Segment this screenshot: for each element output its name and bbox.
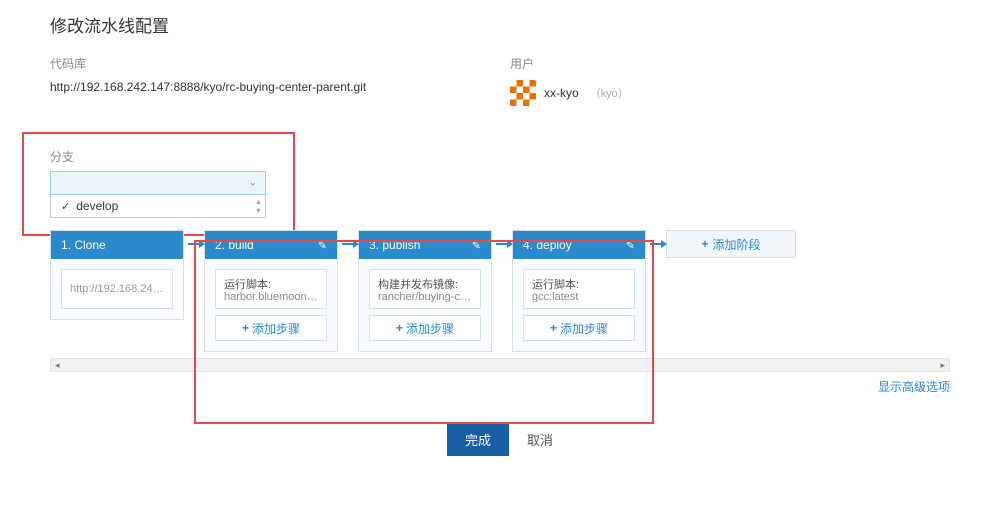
user-name: xx-kyo [544,86,579,100]
add-step-button[interactable]: +添加步骤 [215,315,327,341]
step-line2: gcc:latest [532,291,626,302]
repo-label: 代码库 [50,55,470,72]
pencil-icon[interactable]: ✎ [626,239,635,252]
plus-icon: + [242,321,249,335]
pipeline-stage: 3. publish ✎ 构建并发布镜像:rancher/buying-ce... +… [358,230,492,352]
stage-header[interactable]: 3. publish ✎ [359,231,491,259]
branch-dropdown[interactable]: ✓ develop ▴▾ [50,195,266,218]
check-icon: ✓ [61,200,70,213]
pipeline: 1. Clone http://192.168.242.1... 2. build ✎… [50,230,950,352]
horizontal-scrollbar[interactable]: ◂▸ [50,358,950,372]
step-card[interactable]: 运行脚本:harbor.bluemoon.c... [215,269,327,309]
page-title: 修改流水线配置 [50,12,950,37]
stage-arrow [646,230,666,258]
pipeline-stage: 2. build ✎ 运行脚本:harbor.bluemoon.c... +添加步骤 [204,230,338,352]
step-line1: 运行脚本: [224,276,318,291]
step-line2: rancher/buying-ce... [378,291,472,302]
stage-arrow [492,230,512,258]
pencil-icon[interactable]: ✎ [472,239,481,252]
step-card[interactable]: 构建并发布镜像:rancher/buying-ce... [369,269,481,309]
chevron-down-icon: ⌄ [249,178,257,189]
pencil-icon[interactable]: ✎ [318,239,327,252]
stage-header[interactable]: 2. build ✎ [205,231,337,259]
advanced-options-link[interactable]: 显示高级选项 [50,378,950,395]
stage-header[interactable]: 4. deploy ✎ [513,231,645,259]
add-step-button[interactable]: +添加步骤 [523,315,635,341]
branch-option-develop[interactable]: ✓ develop [51,195,265,217]
branch-label: 分支 [50,148,950,165]
avatar [510,80,536,106]
step-line1: 运行脚本: [532,276,626,291]
user-block: 用户 xx-kyo （kyo） [510,55,629,106]
pipeline-stage: 4. deploy ✎ 运行脚本:gcc:latest +添加步骤 [512,230,646,352]
plus-icon: + [550,321,557,335]
add-step-label: 添加步骤 [252,320,300,337]
step-line2: harbor.bluemoon.c... [224,291,318,302]
stage-arrow [184,230,204,258]
step-card[interactable]: http://192.168.242.1... [61,269,173,309]
stage-title: 3. publish [369,238,420,252]
stage-body: 运行脚本:harbor.bluemoon.c... +添加步骤 [205,259,337,351]
stage-arrow [338,230,358,258]
add-step-label: 添加步骤 [406,320,454,337]
add-step-button[interactable]: +添加步骤 [369,315,481,341]
user-sub: （kyo） [590,85,629,101]
stage-body: 构建并发布镜像:rancher/buying-ce... +添加步骤 [359,259,491,351]
add-step-label: 添加步骤 [560,320,608,337]
branch-select[interactable]: ⌄ [50,171,266,195]
step-line1: 构建并发布镜像: [378,276,472,291]
stage-header[interactable]: 1. Clone [51,231,183,259]
plus-icon: + [701,237,708,251]
step-line1: http://192.168.242.1... [70,283,164,295]
add-stage-button[interactable]: + 添加阶段 [666,230,796,258]
dropdown-scroll-indicator: ▴▾ [254,197,263,215]
user-label: 用户 [510,55,629,72]
repo-url: http://192.168.242.147:8888/kyo/rc-buyin… [50,80,470,94]
plus-icon: + [396,321,403,335]
pipeline-stage: 1. Clone http://192.168.242.1... [50,230,184,320]
repo-block: 代码库 http://192.168.242.147:8888/kyo/rc-b… [50,55,470,106]
stage-title: 1. Clone [61,238,106,252]
add-stage-label: 添加阶段 [713,236,761,253]
cancel-button[interactable]: 取消 [527,430,553,449]
stage-body: http://192.168.242.1... [51,259,183,319]
stage-title: 2. build [215,238,254,252]
done-button[interactable]: 完成 [447,423,509,456]
stage-title: 4. deploy [523,238,572,252]
branch-option-label: develop [76,199,118,213]
stage-body: 运行脚本:gcc:latest +添加步骤 [513,259,645,351]
step-card[interactable]: 运行脚本:gcc:latest [523,269,635,309]
